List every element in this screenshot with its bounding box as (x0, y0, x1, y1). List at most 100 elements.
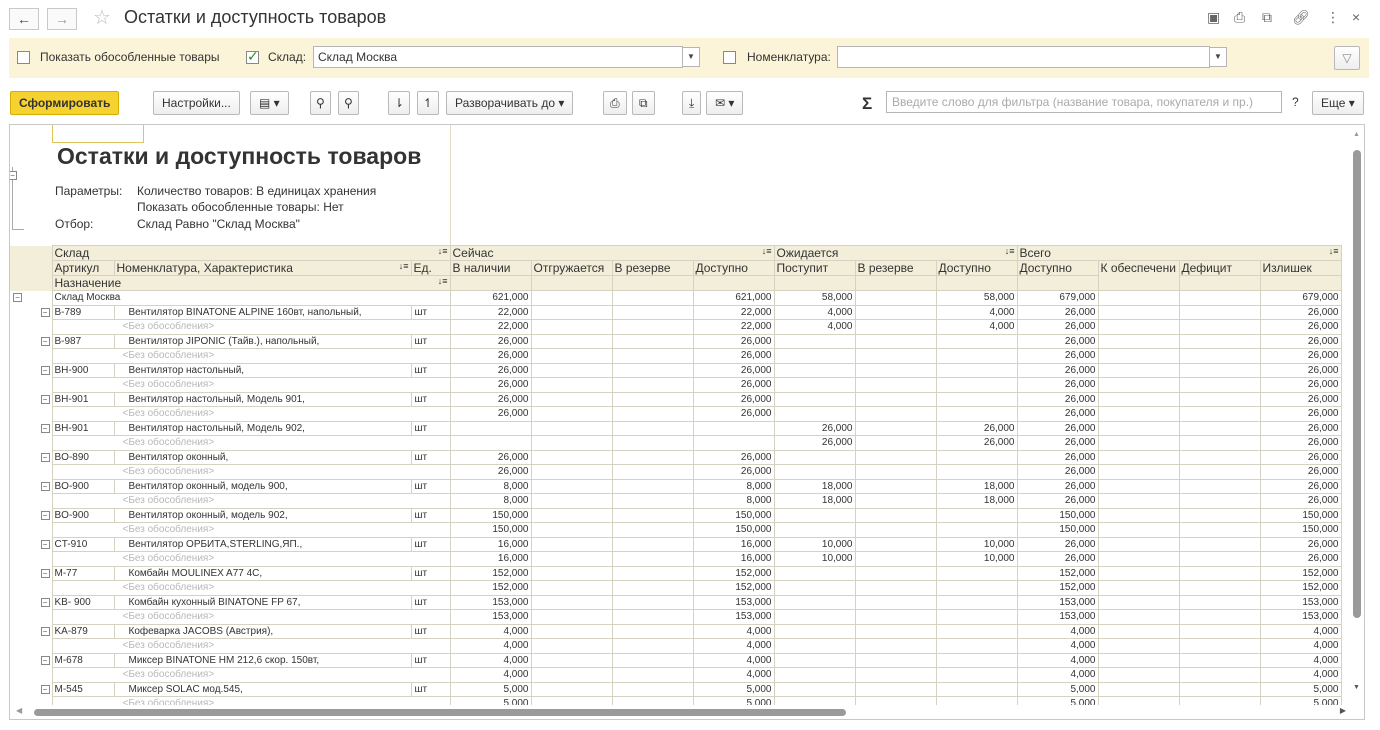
table-subrow[interactable]: <Без обособления> 150,000 150,000 150,000 15… (10, 522, 1342, 538)
header-expected[interactable]: Ожидается ↓≡ (773, 245, 1018, 261)
save-icon[interactable]: ▣ (1207, 9, 1220, 26)
header-total[interactable]: Всего ↓≡ (1016, 245, 1342, 261)
header-shipping[interactable]: Отгружается (530, 260, 613, 276)
table-row[interactable]: − BO-890 Вентилятор оконный, шт 26,000 26,000… (10, 449, 1342, 465)
header-available[interactable]: Доступно (692, 260, 775, 276)
table-subrow[interactable]: <Без обособления> 26,000 26,000 26,000 26,00… (10, 406, 1342, 422)
collapse-row-icon[interactable]: − (40, 452, 50, 462)
header-tot-available[interactable]: Доступно (1016, 260, 1099, 276)
sigma-icon[interactable]: Σ (862, 94, 872, 114)
table-row[interactable]: − BH-901 Вентилятор настольный, Модель 902… (10, 420, 1342, 436)
table-subrow[interactable]: <Без обособления> 4,000 4,000 4,000 4,000 (10, 638, 1342, 654)
table-row[interactable]: − BO-900 Вентилятор оконный, модель 902, шт… (10, 507, 1342, 523)
table-subrow[interactable]: <Без обособления> 8,000 8,000 18,000 18,000 2… (10, 493, 1342, 509)
variant-button[interactable]: ▤ ▾ (250, 91, 289, 115)
generate-button[interactable]: Сформировать (10, 91, 120, 115)
scroll-left-icon[interactable]: ◀ (16, 706, 22, 715)
collapse-row-icon[interactable]: − (40, 481, 50, 491)
forward-button[interactable]: → (47, 8, 77, 30)
table-subrow[interactable]: <Без обособления> 26,000 26,000 26,000 26,00… (10, 464, 1342, 480)
collapse-row-icon[interactable]: − (40, 423, 50, 433)
table-row[interactable]: − KA-879 Кофеварка JACOBS (Австрия), шт 4,00… (10, 623, 1342, 639)
scroll-right-icon[interactable]: ▶ (1340, 706, 1346, 715)
table-row[interactable]: − BH-901 Вентилятор настольный, Модель 901… (10, 391, 1342, 407)
collapse-button[interactable]: ⇂ (388, 91, 411, 115)
link-icon[interactable]: 🔗︎ (1292, 9, 1310, 26)
header-deficit[interactable]: Дефицит (1178, 260, 1261, 276)
favorite-star-icon[interactable]: ☆ (93, 5, 111, 30)
header-now[interactable]: Сейчас ↓≡ (449, 245, 775, 261)
nomenclature-dropdown-button[interactable]: ▼ (1209, 47, 1227, 67)
table-subrow[interactable]: <Без обособления> 26,000 26,000 26,000 26,00… (10, 377, 1342, 393)
header-to-provide[interactable]: К обеспечени (1097, 260, 1180, 291)
close-icon[interactable]: × (1352, 9, 1360, 25)
table-subrow[interactable]: <Без обособления> 26,000 26,000 26,000 26,00… (10, 348, 1342, 364)
horizontal-scroll-thumb[interactable] (34, 709, 846, 716)
header-surplus[interactable]: Излишек (1259, 260, 1342, 276)
table-row[interactable]: − KB- 900 Комбайн кухонный BINATONE FP 67,… (10, 594, 1342, 610)
find-button[interactable]: ⚲ (310, 91, 331, 115)
table-row[interactable]: − BO-900 Вентилятор оконный, модель 900, шт… (10, 478, 1342, 494)
nomenclature-field[interactable] (837, 46, 1210, 68)
more-button[interactable]: Еще ▾ (1312, 91, 1364, 115)
header-purpose[interactable]: Назначение ↓≡ (51, 275, 451, 291)
collapse-row-icon[interactable]: − (40, 365, 50, 375)
header-exp-reserved[interactable]: В резерве (854, 260, 937, 276)
table-row[interactable]: − B-789 Вентилятор BINATONE ALPINE 160вт, … (10, 304, 1342, 320)
table-subrow[interactable]: <Без обособления> 152,000 152,000 152,000 15… (10, 580, 1342, 596)
vertical-scroll-thumb[interactable] (1353, 150, 1361, 618)
find-next-button[interactable]: ⚲ (338, 91, 359, 115)
header-exp-available[interactable]: Доступно (935, 260, 1018, 276)
header-unit[interactable]: Ед. (410, 260, 451, 276)
warehouse-checkbox[interactable] (246, 48, 259, 65)
back-button[interactable]: ← (9, 8, 39, 30)
print-icon[interactable]: ⎙ (1234, 9, 1245, 26)
collapse-row-icon[interactable]: − (40, 597, 50, 607)
collapse-header-icon[interactable]: − (10, 171, 17, 180)
collapse-group-icon[interactable]: − (13, 293, 22, 303)
table-row[interactable]: − BH-900 Вентилятор настольный, шт 26,000 26,… (10, 362, 1342, 378)
expand-to-button[interactable]: Разворачивать до ▾ (446, 91, 574, 115)
header-warehouse[interactable]: Склад ↓≡ (51, 245, 451, 261)
search-input[interactable]: Введите слово для фильтра (название това… (886, 91, 1282, 113)
filter-button[interactable]: ▽ (1334, 46, 1360, 70)
table-subrow[interactable]: <Без обособления> 153,000 153,000 153,000 15… (10, 609, 1342, 625)
collapse-row-icon[interactable]: − (40, 336, 50, 346)
more-vertical-icon[interactable]: ⋮ (1326, 9, 1340, 26)
nomenclature-checkbox[interactable] (723, 51, 736, 64)
collapse-row-icon[interactable]: − (40, 684, 50, 694)
collapse-row-icon[interactable]: − (40, 307, 50, 317)
vertical-scrollbar[interactable]: ▲ ▼ (1350, 125, 1364, 705)
header-article[interactable]: Артикул (51, 260, 115, 276)
preview-icon[interactable]: ⧉ (1262, 9, 1272, 26)
table-subrow[interactable]: <Без обособления> 4,000 4,000 4,000 4,000 (10, 667, 1342, 683)
email-button[interactable]: ✉ ▾ (706, 91, 744, 115)
preview-button[interactable]: ⧉ (632, 91, 655, 115)
scroll-up-icon[interactable]: ▲ (1353, 131, 1360, 138)
show-separate-checkbox[interactable] (17, 51, 30, 64)
table-subrow[interactable]: <Без обособления> 22,000 22,000 4,000 4,000 2… (10, 319, 1342, 335)
print-button[interactable]: ⎙ (603, 91, 627, 115)
download-button[interactable]: ⤓ (682, 91, 702, 115)
header-in-stock[interactable]: В наличии (449, 260, 532, 276)
table-row[interactable]: − M-77 Комбайн MOULINEX A77 4C, шт 152,000 15… (10, 565, 1342, 581)
expand-button[interactable]: ↿ (417, 91, 440, 115)
settings-button[interactable]: Настройки... (153, 91, 240, 115)
collapse-row-icon[interactable]: − (40, 655, 50, 665)
table-subrow[interactable]: <Без обособления> 16,000 16,000 10,000 10,00… (10, 551, 1342, 567)
table-subrow[interactable]: <Без обособления> 26,000 26,000 26,000 26,00… (10, 435, 1342, 451)
warehouse-field[interactable]: Склад Москва (313, 46, 683, 68)
header-incoming[interactable]: Поступит (773, 260, 856, 276)
collapse-row-icon[interactable]: − (40, 394, 50, 404)
collapse-row-icon[interactable]: − (40, 510, 50, 520)
table-row[interactable]: − CT-910 Вентилятор ОРБИТА,STERLING,ЯП., шт… (10, 536, 1342, 552)
header-reserved[interactable]: В резерве (611, 260, 694, 276)
help-button[interactable]: ? (1284, 91, 1307, 115)
table-row[interactable]: − B-987 Вентилятор JIPONIC (Тайв.), наполь… (10, 333, 1342, 349)
collapse-row-icon[interactable]: − (40, 568, 50, 578)
table-row[interactable]: − M-678 Миксер BINATONE HM 212,6 скор. 150… (10, 652, 1342, 668)
table-row[interactable]: − M-545 Миксер SOLAC мод.545, шт 5,000 5,000 5… (10, 681, 1342, 697)
scroll-down-icon[interactable]: ▼ (1353, 684, 1360, 691)
group-row[interactable]: − Склад Москва 621,000 621,000 58,000 58… (10, 290, 1342, 306)
collapse-row-icon[interactable]: − (40, 539, 50, 549)
